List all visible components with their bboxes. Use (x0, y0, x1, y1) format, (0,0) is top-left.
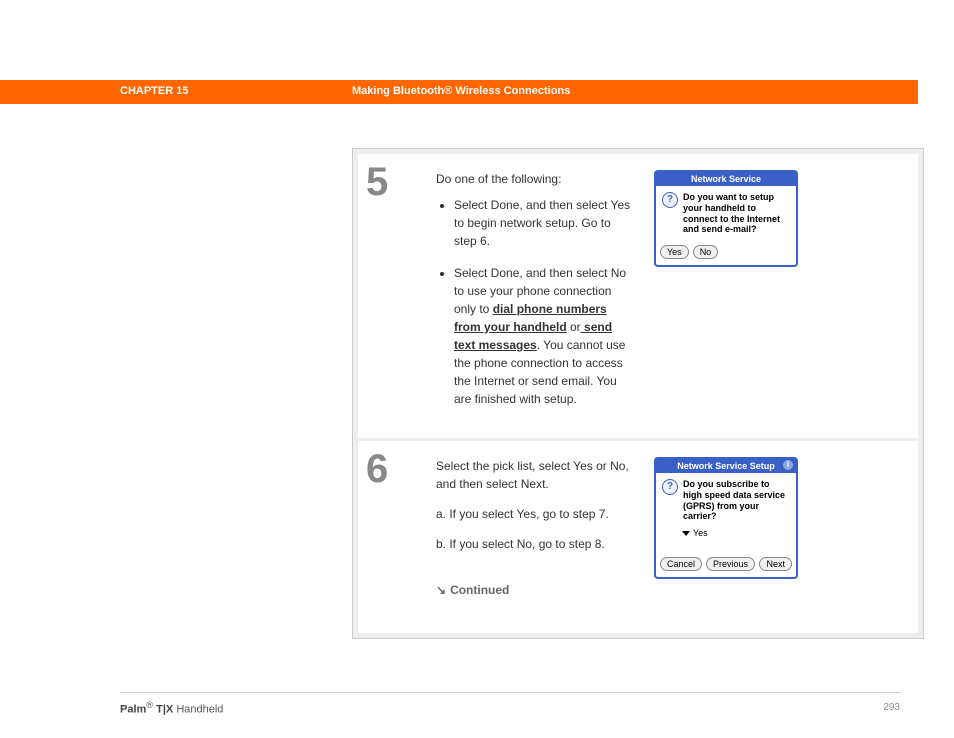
step-text: Select the pick list, select Yes or No, … (436, 441, 646, 633)
footer-brand: Palm® T|X Handheld (120, 700, 223, 716)
step-figure-col: Network Service Setup i ? Do you subscri… (646, 441, 918, 633)
step-text: Do one of the following: Select Done, an… (436, 154, 646, 438)
dialog-title: Network Service (656, 172, 796, 186)
bullet-1: Select Done, and then select Yes to begi… (454, 196, 636, 250)
step-figure-col: Network Service ? Do you want to setup y… (646, 154, 918, 438)
dialog-body-text: Do you subscribe to high speed data serv… (683, 479, 790, 522)
chapter-title: Making Bluetooth® Wireless Connections (352, 85, 570, 97)
step-number: 5 (358, 154, 436, 438)
dialog-title: Network Service Setup i (656, 459, 796, 473)
info-icon[interactable]: i (783, 460, 793, 470)
dialog-network-service-setup: Network Service Setup i ? Do you subscri… (654, 457, 798, 579)
footer-rule (120, 692, 900, 693)
dialog-buttons: Cancel Previous Next (656, 553, 796, 577)
next-button[interactable]: Next (759, 557, 792, 571)
sub-a: a. If you select Yes, go to step 7. (436, 505, 636, 523)
step-row-5: 5 Do one of the following: Select Done, … (358, 154, 918, 438)
dialog-buttons: Yes No (656, 241, 796, 265)
chapter-label: CHAPTER 15 (120, 85, 188, 97)
dialog-body-text: Do you want to setup your handheld to co… (683, 192, 790, 235)
previous-button[interactable]: Previous (706, 557, 755, 571)
bullet-2: Select Done, and then select No to use y… (454, 264, 636, 408)
yes-button[interactable]: Yes (660, 245, 689, 259)
step-bullets: Select Done, and then select Yes to begi… (436, 196, 636, 408)
continued-label: ↘Continued (436, 581, 636, 617)
page-number: 293 (883, 702, 900, 713)
step-number: 6 (358, 441, 436, 633)
dialog-body: ? Do you subscribe to high speed data se… (656, 473, 796, 528)
step-row-6: 6 Select the pick list, select Yes or No… (358, 441, 918, 633)
question-icon: ? (662, 192, 678, 208)
step-intro: Do one of the following: (436, 170, 636, 188)
continued-arrow-icon: ↘ (436, 581, 446, 599)
no-button[interactable]: No (693, 245, 719, 259)
sub-b: b. If you select No, go to step 8. (436, 535, 636, 553)
step-intro: Select the pick list, select Yes or No, … (436, 457, 636, 493)
picklist[interactable]: Yes (656, 528, 796, 542)
chevron-down-icon (682, 531, 690, 536)
question-icon: ? (662, 479, 678, 495)
header-bar: CHAPTER 15 Making Bluetooth® Wireless Co… (0, 80, 918, 104)
dialog-body: ? Do you want to setup your handheld to … (656, 186, 796, 241)
content-panel: 5 Do one of the following: Select Done, … (352, 148, 924, 639)
cancel-button[interactable]: Cancel (660, 557, 702, 571)
dialog-network-service: Network Service ? Do you want to setup y… (654, 170, 798, 267)
